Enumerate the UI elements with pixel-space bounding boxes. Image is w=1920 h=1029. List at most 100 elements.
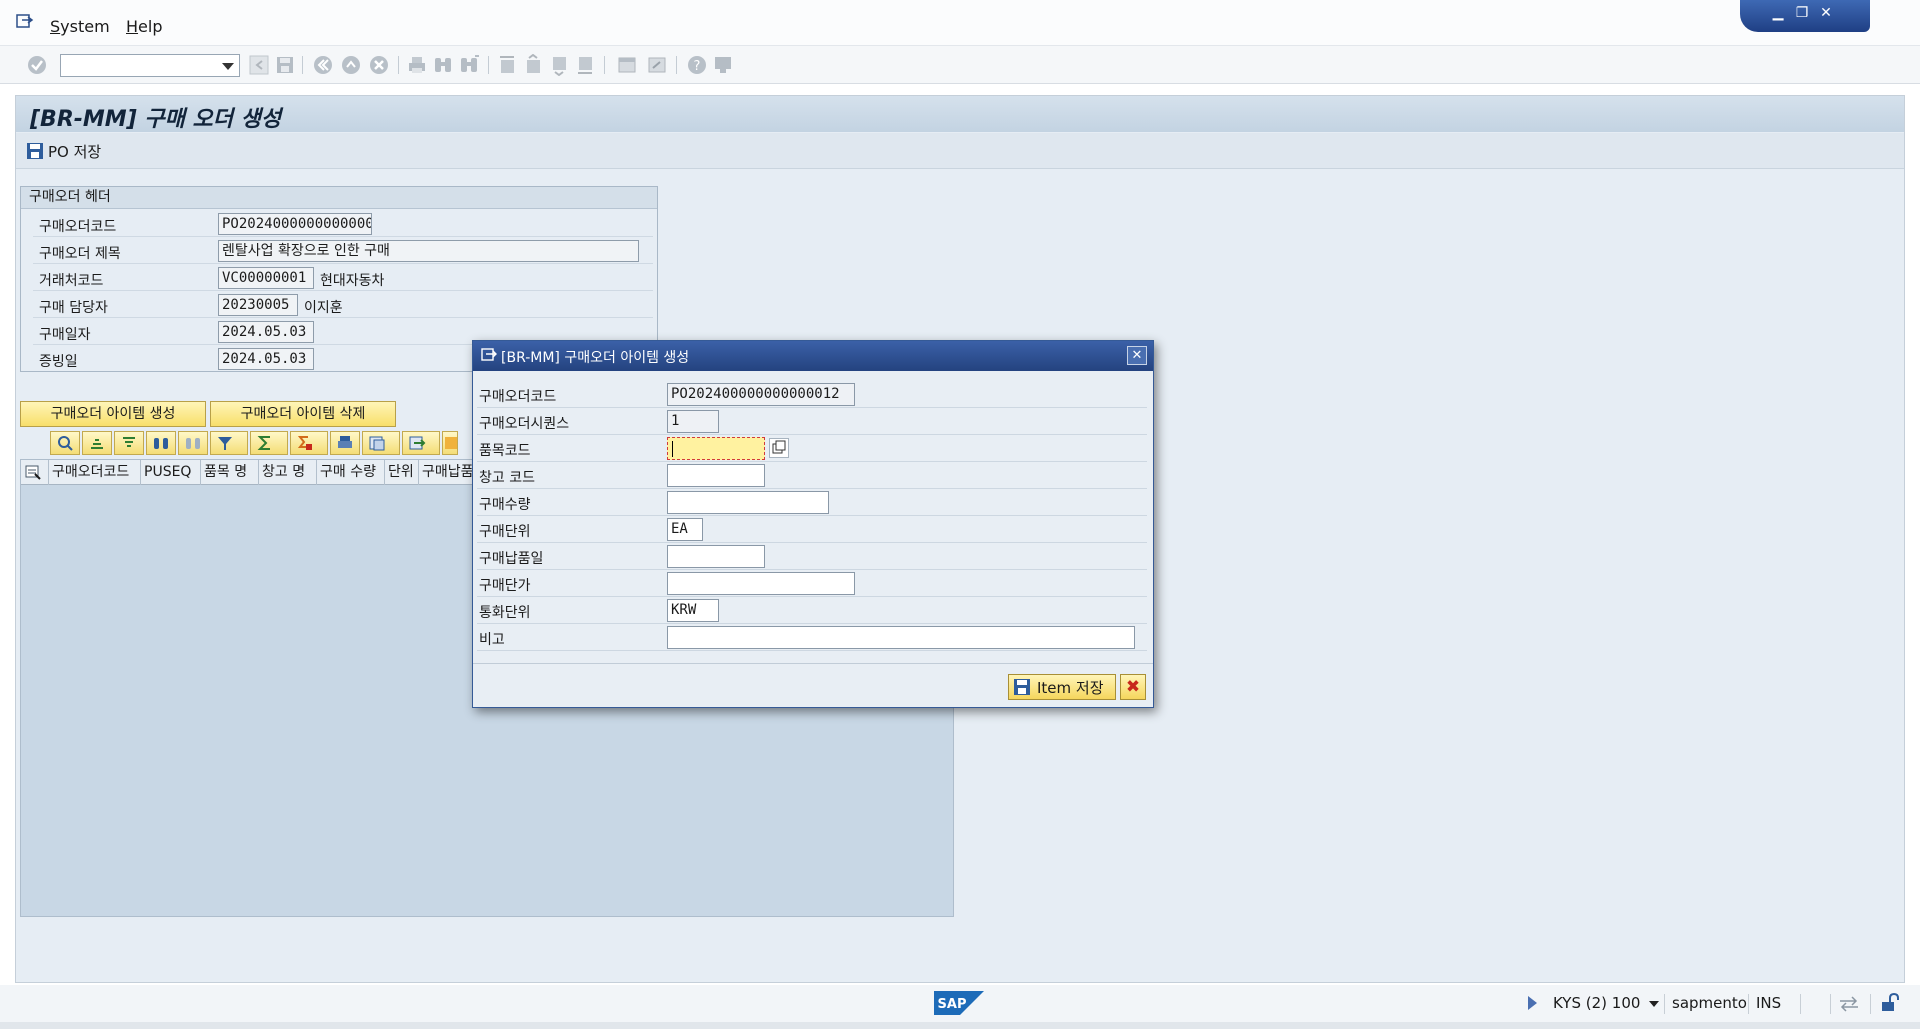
- save-icon: [27, 143, 43, 159]
- exit-icon[interactable]: [340, 54, 362, 76]
- filter-icon[interactable]: [210, 431, 248, 455]
- po-date-field[interactable]: 2024.05.03: [218, 321, 314, 343]
- menu-help[interactable]: Help: [126, 17, 162, 36]
- find-icon[interactable]: [432, 54, 454, 76]
- system-info[interactable]: KYS (2) 100: [1553, 994, 1660, 1012]
- dialog-warehouse-code-field[interactable]: [667, 464, 765, 487]
- field-row-po-title: 구매오더 제목 렌탈사업 확장으로 인한 구매: [33, 239, 653, 264]
- dialog-po-sequence-field[interactable]: 1: [667, 410, 719, 433]
- save-icon[interactable]: [274, 54, 296, 76]
- print-icon[interactable]: [406, 54, 428, 76]
- restore-icon[interactable]: ❐: [1792, 4, 1812, 22]
- search-help-icon[interactable]: [769, 438, 789, 458]
- menu-system-rest: ystem: [60, 17, 110, 36]
- column-header-material-name[interactable]: 품목 명: [201, 460, 259, 485]
- find-next-icon[interactable]: [458, 54, 480, 76]
- dialog-delivery-date-label: 구매납품일: [479, 551, 544, 567]
- dialog-title-bar: [BR-MM] 구매오더 아이템 생성 ✕: [473, 341, 1153, 371]
- print-icon[interactable]: [330, 431, 360, 455]
- menu-icon[interactable]: [16, 14, 34, 30]
- dialog-material-code-label: 품목코드: [479, 443, 531, 459]
- select-all-icon[interactable]: [21, 460, 49, 485]
- insert-mode[interactable]: INS: [1756, 994, 1781, 1012]
- dialog-unit-label: 구매단위: [479, 524, 531, 540]
- back-icon[interactable]: [312, 54, 334, 76]
- item-save-label: Item 저장: [1037, 678, 1104, 697]
- po-date-label: 구매일자: [39, 327, 91, 343]
- details-icon[interactable]: [50, 431, 80, 455]
- back-history-icon[interactable]: [248, 54, 270, 76]
- dialog-delivery-date-field[interactable]: [667, 545, 765, 568]
- dialog-row-remarks: 비고: [477, 624, 1147, 651]
- delete-item-button[interactable]: 구매오더 아이템 삭제: [210, 401, 396, 427]
- vendor-code-field[interactable]: VC00000001: [218, 267, 314, 289]
- next-page-icon[interactable]: [548, 54, 570, 77]
- svg-text:SAP: SAP: [938, 997, 967, 1012]
- column-header-warehouse-name[interactable]: 창고 명: [259, 460, 317, 485]
- field-row-po-code: 구매오더코드 PO202400000000000012: [33, 212, 653, 237]
- item-save-button[interactable]: Item 저장: [1008, 674, 1116, 700]
- layout-icon[interactable]: [442, 431, 458, 455]
- new-session-icon[interactable]: [616, 54, 638, 76]
- sum-icon[interactable]: [250, 431, 288, 455]
- menu-help-key: H: [126, 17, 139, 36]
- po-code-label: 구매오더코드: [39, 219, 117, 235]
- find-next-icon[interactable]: [178, 431, 208, 455]
- create-item-button[interactable]: 구매오더 아이템 생성: [20, 401, 206, 427]
- vendor-name-text: 현대자동차: [320, 273, 385, 289]
- dialog-remarks-field[interactable]: [667, 626, 1135, 649]
- menu-system[interactable]: System: [50, 17, 110, 36]
- subtotal-icon[interactable]: [290, 431, 328, 455]
- chevron-down-icon[interactable]: [222, 63, 234, 70]
- views-icon[interactable]: [362, 431, 400, 455]
- previous-page-icon[interactable]: [522, 53, 544, 76]
- column-header-quantity[interactable]: 구매 수량: [317, 460, 385, 485]
- close-window-icon[interactable]: ✕: [1816, 4, 1836, 22]
- title-bar: [BR-MM] 구매 오더 생성: [16, 96, 1904, 132]
- column-header-po-code[interactable]: 구매오더코드: [49, 460, 141, 485]
- po-title-field[interactable]: 렌탈사업 확장으로 인한 구매: [218, 240, 639, 262]
- dialog-row-quantity: 구매수량: [477, 489, 1147, 516]
- dialog-material-code-field[interactable]: [667, 437, 765, 460]
- layout-menu-icon[interactable]: [712, 54, 734, 76]
- sort-ascending-icon[interactable]: [82, 431, 112, 455]
- dialog-row-warehouse-code: 창고 코드: [477, 462, 1147, 489]
- column-header-unit[interactable]: 단위: [385, 460, 419, 485]
- dialog-remarks-label: 비고: [479, 632, 505, 648]
- dialog-unit-field[interactable]: EA: [667, 518, 703, 541]
- vendor-code-label: 거래처코드: [39, 273, 104, 289]
- doc-date-field[interactable]: 2024.05.03: [218, 348, 314, 370]
- enter-icon[interactable]: [26, 54, 48, 76]
- menu-system-key: S: [50, 17, 61, 36]
- dialog-row-delivery-date: 구매납품일: [477, 543, 1147, 570]
- bottom-strip: [0, 1022, 1920, 1029]
- menu-bar: System Help ▁ ❐ ✕: [0, 0, 1920, 46]
- column-header-delivery[interactable]: 구매납품: [419, 460, 479, 485]
- cancel-button[interactable]: ✖: [1120, 674, 1146, 700]
- po-save-button[interactable]: PO 저장: [26, 140, 101, 162]
- minimize-icon[interactable]: ▁: [1768, 4, 1788, 22]
- find-icon[interactable]: [146, 431, 176, 455]
- command-field[interactable]: [60, 54, 240, 77]
- dialog-po-code-field[interactable]: PO202400000000000012: [667, 383, 855, 406]
- po-save-label: PO 저장: [48, 142, 102, 161]
- close-icon[interactable]: ✕: [1127, 346, 1147, 365]
- server-name: sapmento: [1672, 994, 1747, 1012]
- buyer-id-field[interactable]: 20230005: [218, 294, 298, 316]
- po-code-field[interactable]: PO202400000000000012: [218, 213, 372, 235]
- dialog-row-material-code: 품목코드: [477, 435, 1147, 462]
- first-page-icon[interactable]: [496, 54, 518, 76]
- dialog-unit-price-field[interactable]: [667, 572, 855, 595]
- column-header-puseq[interactable]: PUSEQ: [141, 460, 201, 485]
- dialog-row-currency: 통화단위 KRW: [477, 597, 1147, 624]
- shortcut-icon[interactable]: [646, 54, 668, 76]
- sort-descending-icon[interactable]: [114, 431, 144, 455]
- dialog-currency-field[interactable]: KRW: [667, 599, 719, 622]
- dialog-quantity-field[interactable]: [667, 491, 829, 514]
- help-icon[interactable]: ?: [686, 54, 708, 76]
- cancel-icon[interactable]: [368, 54, 390, 76]
- last-page-icon[interactable]: [574, 54, 596, 76]
- lock-icon[interactable]: [1880, 993, 1900, 1013]
- status-expand-icon[interactable]: [1528, 996, 1537, 1010]
- export-icon[interactable]: [402, 431, 440, 455]
